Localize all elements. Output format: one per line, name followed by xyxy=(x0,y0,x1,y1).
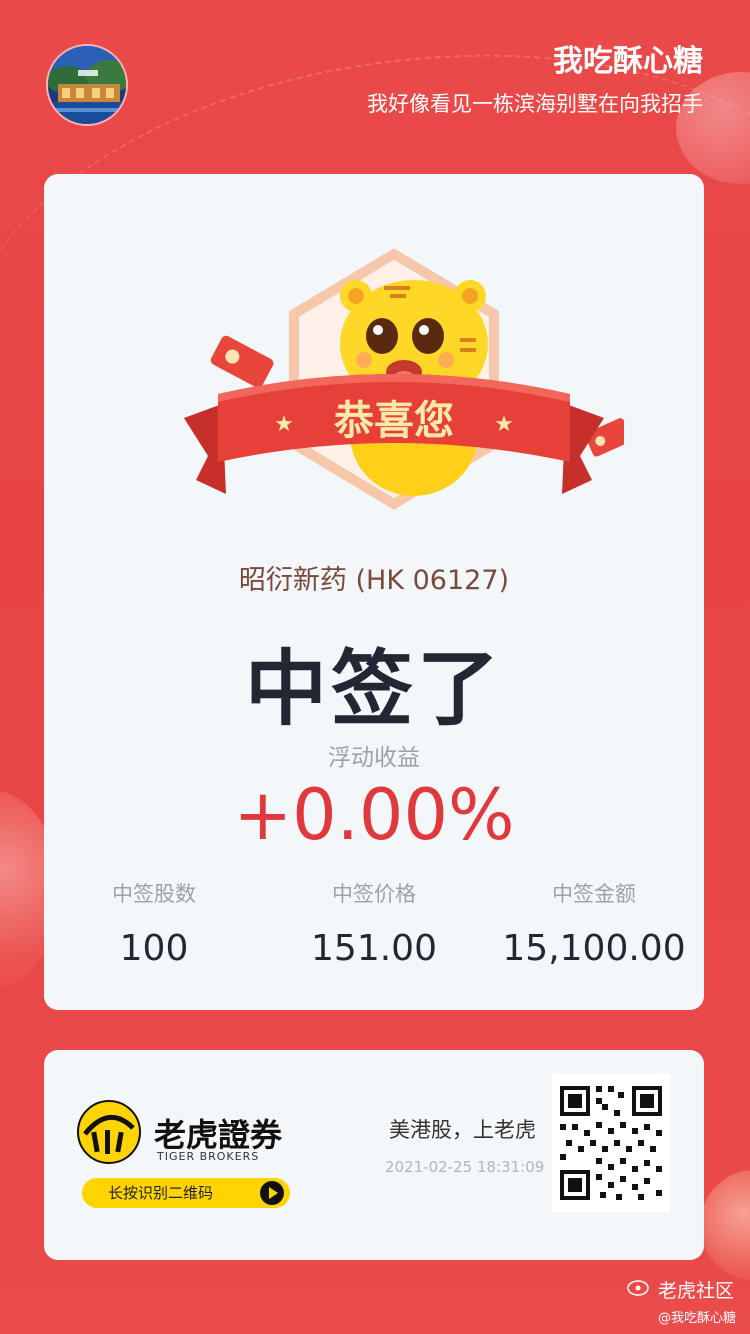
allotment-status: 中签了 xyxy=(244,642,503,737)
avatar[interactable] xyxy=(46,44,128,126)
watermark-user: @我吃酥心糖 xyxy=(657,1311,736,1326)
float-return-value: +0.00% xyxy=(233,774,515,856)
brand-subtitle: TIGER BROKERS xyxy=(157,1150,260,1163)
congrats-banner: 恭喜您 xyxy=(333,398,454,444)
community-logo-icon xyxy=(627,1280,649,1296)
share-timestamp: 2021-02-25 18:31:09 xyxy=(385,1158,545,1176)
result-card: 恭喜您 ★ ★ 昭衍新药 (HK 06127) 中签了 浮动收益 +0.00% … xyxy=(44,174,704,1010)
qr-code[interactable] xyxy=(552,1074,670,1212)
scan-qr-label: 长按识别二维码 xyxy=(108,1184,214,1202)
decorative-bubble xyxy=(700,1170,750,1280)
promo-card: 老虎證券 TIGER BROKERS 长按识别二维码 美港股，上老虎 2021-… xyxy=(44,1050,704,1260)
stat-value: 100 xyxy=(119,928,189,969)
stat-value: 15,100.00 xyxy=(502,928,686,969)
qr-code-icon xyxy=(552,1074,670,1212)
svg-text:★: ★ xyxy=(494,412,514,437)
stat-amount: 中签金额 15,100.00 xyxy=(484,878,704,969)
scan-qr-button[interactable]: 长按识别二维码 xyxy=(82,1178,290,1208)
tiger-brokers-logo-icon xyxy=(77,1100,141,1164)
user-name: 我吃酥心糖 xyxy=(553,44,703,79)
play-icon xyxy=(260,1181,284,1205)
stat-label: 中签价格 xyxy=(332,882,416,906)
share-poster: 我吃酥心糖 我好像看见一栋滨海别墅在向我招手 恭喜您 ★ ★ 昭衍新药 (HK … xyxy=(0,0,750,1334)
promo-slogan: 美港股，上老虎 xyxy=(389,1118,536,1142)
stat-shares: 中签股数 100 xyxy=(44,878,264,969)
stat-label: 中签股数 xyxy=(112,882,196,906)
stat-price: 中签价格 151.00 xyxy=(264,878,484,969)
float-return-label: 浮动收益 xyxy=(328,745,420,771)
user-tagline: 我好像看见一栋滨海别墅在向我招手 xyxy=(367,92,703,116)
svg-text:★: ★ xyxy=(274,412,294,437)
allotment-stats: 中签股数 100 中签价格 151.00 中签金额 15,100.00 xyxy=(44,878,704,978)
stock-name: 昭衍新药 (HK 06127) xyxy=(238,565,510,596)
watermark-community: 老虎社区 xyxy=(657,1280,734,1302)
celebration-illustration: 恭喜您 ★ ★ xyxy=(184,248,624,510)
stat-value: 151.00 xyxy=(311,928,437,969)
stat-label: 中签金额 xyxy=(552,882,636,906)
